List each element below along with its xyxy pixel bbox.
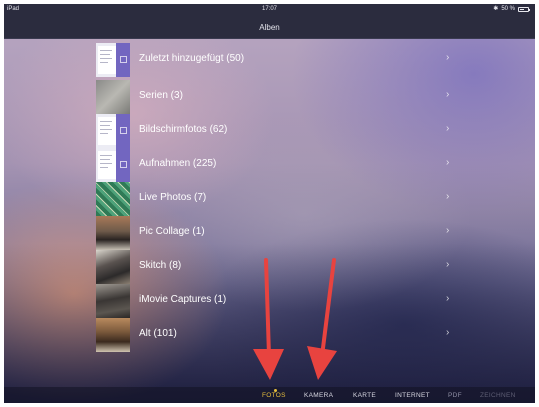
album-label: Skitch (8) [139,260,182,271]
album-label: Alt (101) [139,328,177,339]
chevron-right-icon: › [446,191,450,202]
grid-icon [120,56,127,63]
album-row-skitch[interactable]: Skitch (8) › [96,250,535,284]
battery-icon [518,6,530,12]
chevron-right-icon: › [446,157,450,168]
status-right: ✱ 50 % [493,6,530,12]
album-row-recently-added[interactable]: Zuletzt hinzugefügt (50) › [96,43,535,77]
album-thumbnail [96,148,130,182]
album-thumbnail [96,182,130,216]
album-thumbnail [96,43,130,77]
album-thumbnail [96,114,130,148]
document-line [100,50,112,51]
chevron-right-icon: › [446,123,450,134]
album-row-pic-collage[interactable]: Pic Collage (1) › [96,216,535,250]
document-line [100,129,112,130]
album-thumbnail [96,284,130,318]
album-label: Pic Collage (1) [139,226,205,237]
bottom-tab-bar: FOTOS KAMERA KARTE INTERNET PDF ZEICHNEN [4,387,535,403]
album-thumbnail [96,216,130,250]
tab-pdf[interactable]: PDF [448,392,462,399]
document-line [100,133,108,134]
chevron-right-icon: › [446,52,450,63]
document-line [100,159,110,160]
album-label: Aufnahmen (225) [139,158,217,169]
album-thumbnail [96,250,130,284]
chevron-right-icon: › [446,259,450,270]
tab-karte[interactable]: KARTE [353,392,376,399]
status-bar: iPad 17:07 ✱ 50 % [4,4,535,16]
page-title: Alben [259,23,280,32]
chevron-right-icon: › [446,327,450,338]
album-row-recordings[interactable]: Aufnahmen (225) › [96,148,535,182]
album-label: Zuletzt hinzugefügt (50) [139,53,245,64]
album-row-imovie-captures[interactable]: iMovie Captures (1) › [96,284,535,318]
album-thumbnail [96,80,130,114]
chevron-right-icon: › [446,89,450,100]
ipad-screen: iPad 17:07 ✱ 50 % Alben Zuletzt hinzugef… [4,4,535,403]
grid-icon [120,161,127,168]
album-row-series[interactable]: Serien (3) › [96,80,535,114]
status-time: 17:07 [261,6,277,12]
album-row-live-photos[interactable]: Live Photos (7) › [96,182,535,216]
document-line [100,125,110,126]
album-label: iMovie Captures (1) [139,294,227,305]
chevron-right-icon: › [446,225,450,236]
chevron-right-icon: › [446,293,450,304]
document-line [100,121,112,122]
nav-bar: Alben [4,16,535,39]
album-label: Live Photos (7) [139,192,207,203]
album-label: Serien (3) [139,90,183,101]
album-label: Bildschirmfotos (62) [139,124,228,135]
tab-fotos[interactable]: FOTOS [262,392,286,399]
document-line [100,163,112,164]
battery-percentage: 50 % [501,6,515,12]
album-row-screenshots[interactable]: Bildschirmfotos (62) › [96,114,535,148]
tab-kamera[interactable]: KAMERA [304,392,333,399]
document-line [100,62,108,63]
document-line [100,58,112,59]
grid-icon [120,127,127,134]
tab-internet[interactable]: INTERNET [395,392,430,399]
document-line [100,167,108,168]
document-line [100,155,112,156]
album-thumbnail [96,318,130,352]
album-row-old[interactable]: Alt (101) › [96,318,535,352]
tab-zeichnen[interactable]: ZEICHNEN [480,392,516,399]
bluetooth-icon: ✱ [493,6,499,12]
document-line [100,54,110,55]
